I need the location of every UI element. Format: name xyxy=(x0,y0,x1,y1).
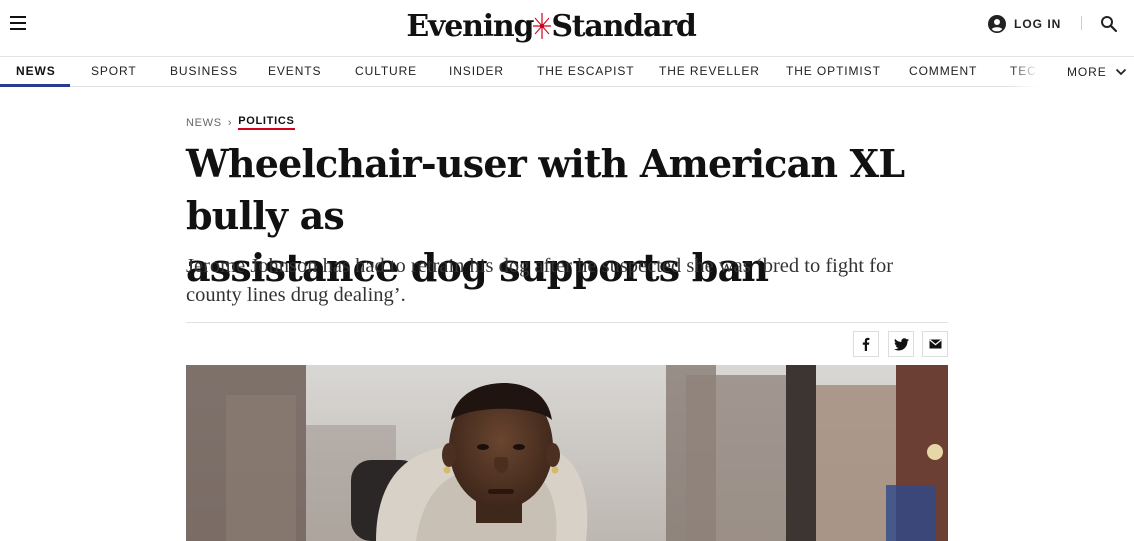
nav-item-the-reveller[interactable]: THE REVELLER xyxy=(659,57,760,87)
login-label: LOG IN xyxy=(1014,17,1062,31)
menu-icon[interactable] xyxy=(10,16,26,30)
nav-item-insider[interactable]: INSIDER xyxy=(449,57,504,87)
facebook-icon xyxy=(862,337,870,351)
nav-more-label: MORE xyxy=(1067,65,1107,79)
login-button[interactable]: LOG IN xyxy=(988,14,1061,34)
share-facebook-button[interactable] xyxy=(853,331,879,357)
chevron-down-icon xyxy=(1115,68,1126,76)
divider xyxy=(186,322,948,323)
nav-item-the-optimist[interactable]: THE OPTIMIST xyxy=(786,57,881,87)
article-standfirst: Jerome Johnson has had to retrain his do… xyxy=(186,255,894,306)
logo-text-standard: Standard xyxy=(551,8,697,44)
nav-more-button[interactable]: MORE xyxy=(1050,57,1134,87)
nav-item-comment[interactable]: COMMENT xyxy=(909,57,977,87)
share-email-button[interactable] xyxy=(922,331,948,357)
hero-image xyxy=(186,365,948,541)
nav-item-sport[interactable]: SPORT xyxy=(91,57,137,87)
site-logo[interactable]: Evening Standard xyxy=(406,6,697,46)
logo-text-evening: Evening xyxy=(406,8,534,44)
site-header: Evening Standard LOG IN xyxy=(0,0,1134,56)
search-icon[interactable] xyxy=(1100,15,1118,33)
logo-star-icon xyxy=(531,11,553,41)
breadcrumb-politics[interactable]: POLITICS xyxy=(238,115,295,130)
nav-item-tech[interactable]: TECH xyxy=(1010,57,1046,87)
nav-item-culture[interactable]: CULTURE xyxy=(355,57,417,87)
nav-active-underline xyxy=(0,84,70,87)
nav-item-the-escapist[interactable]: THE ESCAPIST xyxy=(537,57,634,87)
twitter-icon xyxy=(893,337,909,350)
user-icon xyxy=(988,15,1006,33)
breadcrumb: NEWS › POLITICS xyxy=(186,115,295,130)
header-divider xyxy=(1081,16,1082,30)
headline-line-1: Wheelchair-user with American XL bully a… xyxy=(186,141,905,238)
breadcrumb-news[interactable]: NEWS xyxy=(186,117,222,129)
nav-item-events[interactable]: EVENTS xyxy=(268,57,321,87)
email-icon xyxy=(928,339,942,349)
section-nav: NEWS SPORT BUSINESS EVENTS CULTURE INSID… xyxy=(0,56,1134,87)
nav-item-news[interactable]: NEWS xyxy=(16,57,56,87)
share-twitter-button[interactable] xyxy=(888,331,914,357)
nav-item-business[interactable]: BUSINESS xyxy=(170,57,238,87)
breadcrumb-separator: › xyxy=(227,116,233,129)
